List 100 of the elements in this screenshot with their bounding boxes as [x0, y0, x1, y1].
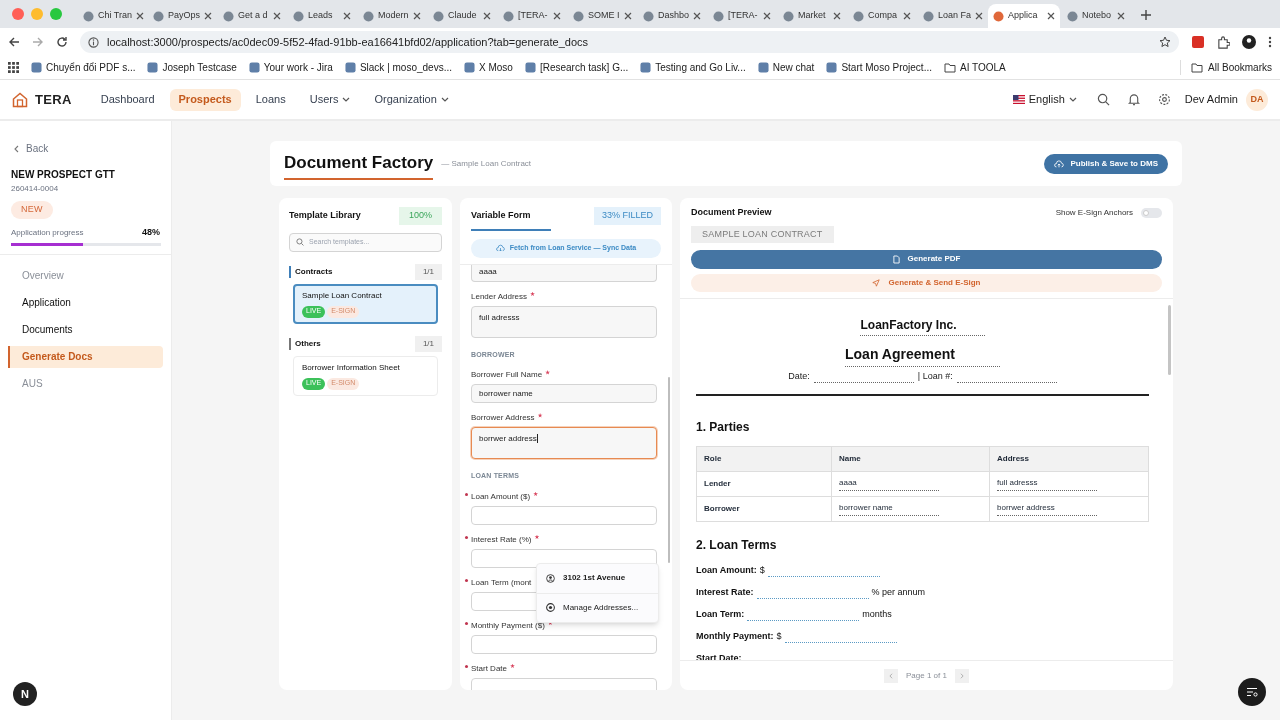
settings-icon[interactable] — [1157, 93, 1171, 106]
star-icon[interactable] — [1159, 36, 1171, 48]
bookmark[interactable]: Joseph Testcase — [147, 60, 237, 75]
nav-link[interactable]: Dashboard — [91, 88, 164, 111]
bookmark-icon — [757, 62, 769, 73]
bookmark[interactable]: [Research task] G... — [524, 60, 629, 75]
browser-tab[interactable]: [TERA- — [708, 4, 776, 28]
chevron-down-icon — [440, 97, 449, 102]
close-icon[interactable] — [833, 12, 841, 20]
browser-tab[interactable]: Loan Fa — [918, 4, 986, 28]
close-icon[interactable] — [204, 12, 212, 20]
progress-value: 48% — [142, 226, 160, 239]
apps-icon[interactable] — [8, 62, 19, 73]
close-icon[interactable] — [693, 12, 702, 20]
bookmark[interactable]: Chuyển đổi PDF s... — [31, 60, 136, 75]
menu-icon[interactable] — [1268, 36, 1272, 48]
search-icon[interactable] — [1096, 93, 1110, 106]
input-field[interactable] — [471, 634, 657, 654]
input-field[interactable] — [471, 505, 657, 525]
input-field[interactable]: borrwer address — [471, 427, 657, 459]
browser-tab[interactable]: Get a d — [218, 4, 286, 28]
puzzle-icon[interactable] — [1217, 35, 1230, 49]
close-icon[interactable] — [483, 12, 491, 20]
bookmark[interactable]: Testing and Go Liv... — [640, 60, 746, 75]
floating-action-button[interactable] — [1238, 678, 1266, 706]
template-name: Borrower Information Sheet — [302, 361, 401, 374]
field-label: Lender Address — [465, 290, 537, 303]
browser-tab[interactable]: Compa — [848, 4, 916, 28]
close-icon[interactable] — [623, 12, 632, 20]
flag-icon — [1012, 95, 1025, 104]
browser-tab[interactable]: Modern — [358, 4, 426, 28]
anchors-toggle[interactable] — [1141, 207, 1162, 218]
close-icon[interactable] — [413, 12, 421, 20]
user-avatar[interactable]: DA — [1246, 88, 1268, 111]
generate-pdf-button[interactable]: Generate PDF — [691, 249, 1162, 269]
browser-tab[interactable]: Market — [778, 4, 846, 28]
address-bar[interactable]: localhost:3000/prospects/ac0dec09-5f52-4fad-91bb-ea16641bfd02/application?tab=generate_docs — [80, 31, 1179, 53]
nav-link[interactable]: Users — [300, 88, 360, 111]
input-field[interactable]: full adresss — [471, 305, 657, 338]
bookmark[interactable]: Your work - Jira — [248, 60, 333, 75]
sidebar-item[interactable]: Application — [8, 291, 163, 314]
browser-tab[interactable]: Notebo — [1062, 4, 1130, 28]
page-title: Document Factory — [284, 150, 434, 180]
reload-icon[interactable] — [56, 36, 68, 48]
send-esign-button[interactable]: Generate & Send E-Sign — [691, 273, 1162, 292]
browser-tab[interactable]: SOME I — [568, 4, 636, 28]
search-icon — [296, 238, 304, 246]
browser-tab[interactable]: Dashbo — [638, 4, 706, 28]
browser-tab[interactable]: Chi Tran — [78, 4, 146, 28]
nav-link[interactable]: Organization — [365, 88, 458, 111]
close-icon[interactable] — [343, 12, 351, 20]
close-icon[interactable] — [553, 12, 561, 20]
bookmark[interactable]: Start Moso Project... — [826, 60, 932, 75]
bookmark-icon — [31, 62, 42, 73]
currency-symbol: $ — [776, 629, 782, 643]
bookmark[interactable]: X Moso — [464, 60, 513, 75]
bookmark[interactable]: New chat — [757, 60, 815, 75]
profile-icon[interactable] — [1242, 35, 1256, 49]
document-title: Loan Agreement — [845, 343, 1000, 367]
nav-link[interactable]: Loans — [246, 88, 295, 111]
favicon-icon — [573, 10, 584, 22]
close-icon[interactable] — [1047, 12, 1055, 20]
input-field[interactable]: borrower name — [471, 384, 657, 403]
house-logo-icon — [12, 91, 28, 108]
dev-tools-button[interactable]: N — [13, 682, 37, 706]
browser-tab[interactable]: PayOps — [148, 4, 216, 28]
back-icon[interactable] — [8, 36, 20, 48]
close-icon[interactable] — [763, 12, 771, 20]
browser-tab[interactable]: Claude — [428, 4, 496, 28]
new-tab-icon[interactable] — [1140, 9, 1152, 21]
bookmark[interactable]: AI TOOLA — [944, 60, 1006, 75]
browser-tab[interactable]: Leads — [288, 4, 356, 28]
language-select[interactable]: English — [1012, 91, 1077, 108]
bookmark-icon — [640, 62, 652, 73]
menu-item[interactable]: Manage Addresses... — [537, 592, 658, 622]
favicon-icon — [83, 10, 94, 22]
sidebar-item[interactable]: Generate Docs — [8, 345, 163, 368]
page-subtitle: — Sample Loan Contract — [441, 157, 532, 170]
nav-link[interactable]: Prospects — [169, 88, 241, 111]
browser-tab[interactable]: [TERA- — [498, 4, 566, 28]
input-field[interactable]: aaaa — [471, 264, 657, 282]
close-icon[interactable] — [975, 12, 984, 20]
info-icon[interactable] — [88, 36, 99, 48]
form-tab[interactable]: Variable Form — [471, 208, 551, 231]
brand-name: TERA — [35, 90, 72, 109]
sidebar-item[interactable]: Documents — [8, 318, 163, 341]
table-header: Name — [831, 446, 990, 472]
close-icon[interactable] — [136, 12, 144, 20]
close-icon[interactable] — [1117, 12, 1125, 20]
all-bookmarks[interactable]: All Bookmarks — [1180, 60, 1272, 75]
back-link[interactable]: Back — [11, 141, 160, 156]
close-icon[interactable] — [903, 12, 911, 20]
bookmark[interactable]: Slack | moso_devs... — [344, 60, 452, 75]
browser-tab[interactable]: Applica — [988, 4, 1060, 28]
close-icon[interactable] — [273, 12, 281, 20]
extension-icon[interactable] — [1191, 35, 1205, 49]
group-count: 1/1 — [414, 335, 442, 352]
bell-icon[interactable] — [1127, 93, 1140, 106]
progress-label: Application progress — [11, 226, 84, 239]
publish-button[interactable]: Publish & Save to DMS — [1044, 153, 1168, 174]
